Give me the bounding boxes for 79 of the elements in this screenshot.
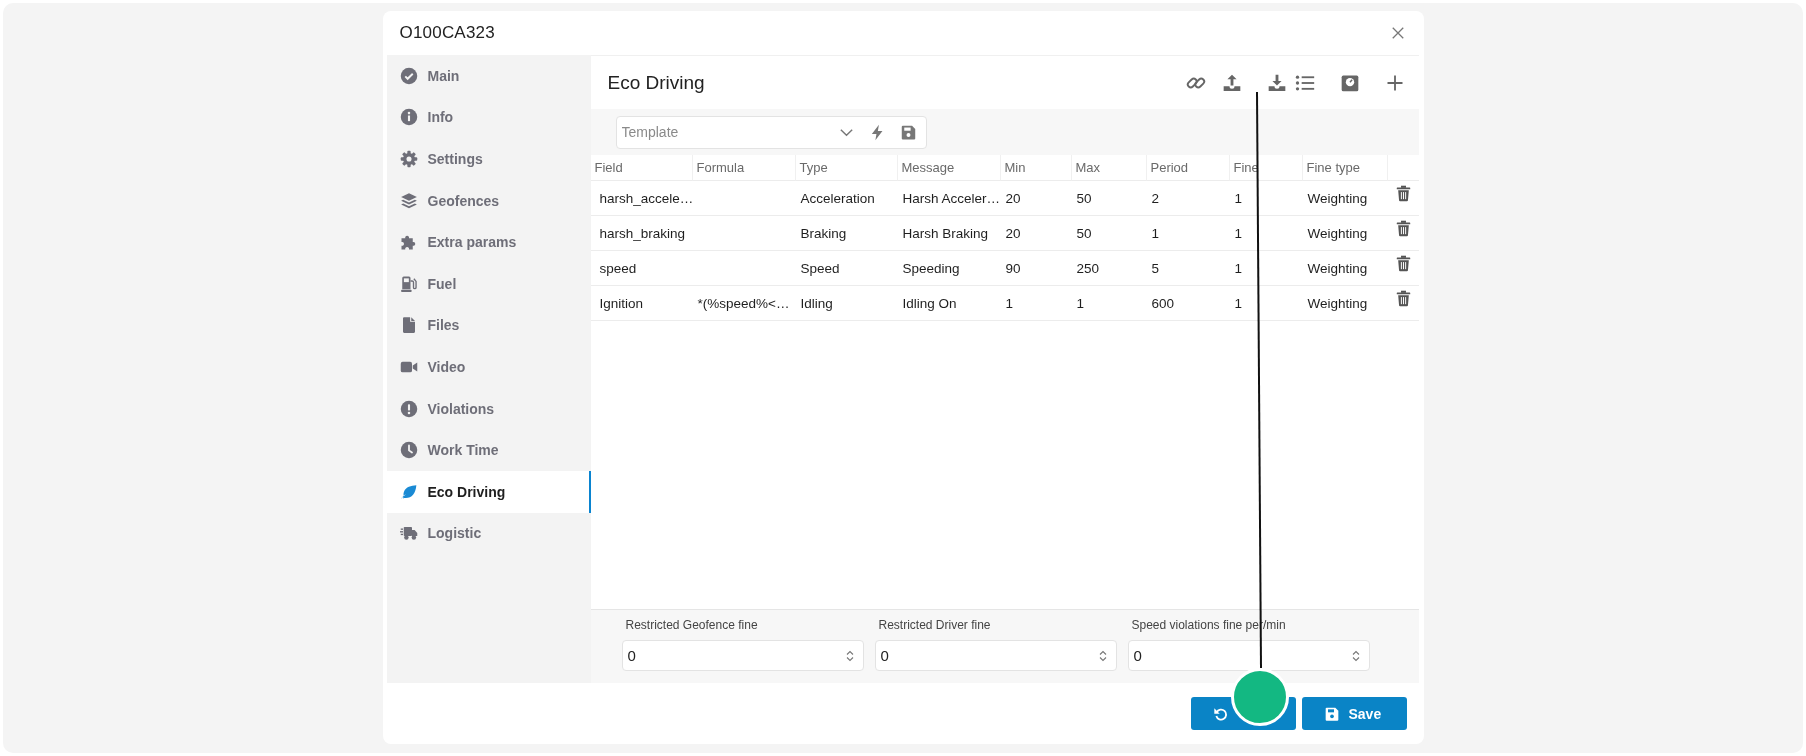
table-cell: 1 [1146, 216, 1230, 251]
exclamation-circle-icon [399, 399, 418, 418]
gear-icon [399, 150, 418, 168]
sidebar-item[interactable]: Main [386, 55, 591, 97]
number-field[interactable]: 0 [1127, 640, 1370, 671]
table-cell: 50 [1071, 216, 1147, 251]
column-header: Message [897, 155, 1001, 181]
table-cell: 1 [1229, 286, 1303, 321]
sidebar-item[interactable]: Eco Driving [386, 470, 591, 513]
table-cell: 1 [1071, 286, 1147, 321]
table-cell: *(%speed%<… [692, 286, 796, 321]
table-cell: Harsh Braking [897, 216, 1001, 251]
column-header: Min [1000, 155, 1072, 181]
trash-icon[interactable] [1394, 220, 1412, 237]
field-label: Restricted Driver fine [877, 617, 992, 631]
table-cell: speed [590, 251, 693, 286]
sidebar-item[interactable]: Video [386, 346, 591, 388]
sidebar-item[interactable]: Geofences [386, 179, 591, 222]
table-cell: 90 [1000, 251, 1072, 286]
table-cell: 20 [1000, 216, 1072, 251]
trash-icon[interactable] [1394, 290, 1412, 307]
table-cell: 20 [1000, 181, 1072, 216]
layers-icon [399, 191, 418, 210]
table-cell: Weighting [1302, 286, 1388, 321]
table-cell: Speeding [897, 251, 1001, 286]
table-cell: 1 [1229, 181, 1303, 216]
column-header: Formula [692, 155, 796, 181]
truck-icon [399, 524, 418, 543]
check-circle-icon [399, 66, 418, 85]
upload-icon[interactable] [1221, 72, 1242, 93]
trash-icon[interactable] [1394, 255, 1412, 272]
sidebar-item[interactable]: Files [386, 304, 591, 347]
table-cell: Speed [795, 251, 898, 286]
panel-title: Eco Driving [607, 71, 705, 94]
sidebar-item[interactable]: Logistic [386, 512, 591, 555]
sidebar-item[interactable]: Settings [386, 138, 591, 180]
table-cell: harsh_braking [590, 216, 693, 251]
table-cell: 600 [1146, 286, 1230, 321]
number-field[interactable]: 0 [621, 640, 864, 671]
table-cell: Braking [795, 216, 898, 251]
table-cell: harsh_accele… [590, 181, 693, 216]
template-select[interactable]: Template [615, 115, 927, 149]
column-header: Fine type [1302, 155, 1388, 181]
sidebar-item[interactable]: Violations [386, 387, 591, 430]
table-cell: Weighting [1302, 181, 1388, 216]
table-cell: 5 [1146, 251, 1230, 286]
puzzle-icon [399, 233, 418, 252]
table-cell: Weighting [1302, 216, 1388, 251]
column-header: Field [590, 155, 693, 181]
sidebar-item[interactable]: Fuel [386, 262, 591, 305]
info-icon [399, 108, 418, 127]
table-cell: 1 [1229, 251, 1303, 286]
table-cell: Acceleration [795, 181, 898, 216]
table-cell: Idling On [897, 286, 1001, 321]
clock-icon [399, 441, 418, 460]
save-button[interactable]: Save [1301, 697, 1407, 730]
table-cell: Weighting [1302, 251, 1388, 286]
table-cell: Idling [795, 286, 898, 321]
sidebar-item[interactable]: Info [386, 96, 591, 139]
column-header: Max [1071, 155, 1147, 181]
table-cell: 2 [1146, 181, 1230, 216]
dialog-title: O100CA323 [399, 23, 495, 43]
table-cell: 1 [1229, 216, 1303, 251]
close-icon[interactable] [1390, 26, 1405, 40]
sidebar-item[interactable]: Extra params [386, 221, 591, 263]
column-header: Period [1146, 155, 1230, 181]
number-field[interactable]: 0 [874, 640, 1117, 671]
table-cell: Harsh Acceler… [897, 181, 1001, 216]
column-header: Type [795, 155, 898, 181]
table-cell: Ignition [590, 286, 693, 321]
table-cell: 50 [1071, 181, 1147, 216]
sidebar-item[interactable]: Work Time [386, 429, 591, 471]
field-label: Restricted Geofence fine [624, 617, 759, 631]
reset-icon [1212, 705, 1229, 722]
fuel-pump-icon [399, 274, 418, 293]
download-icon[interactable] [1266, 72, 1287, 93]
trash-icon[interactable] [1394, 185, 1412, 202]
table-cell: 250 [1071, 251, 1147, 286]
table-cell: 1 [1000, 286, 1072, 321]
